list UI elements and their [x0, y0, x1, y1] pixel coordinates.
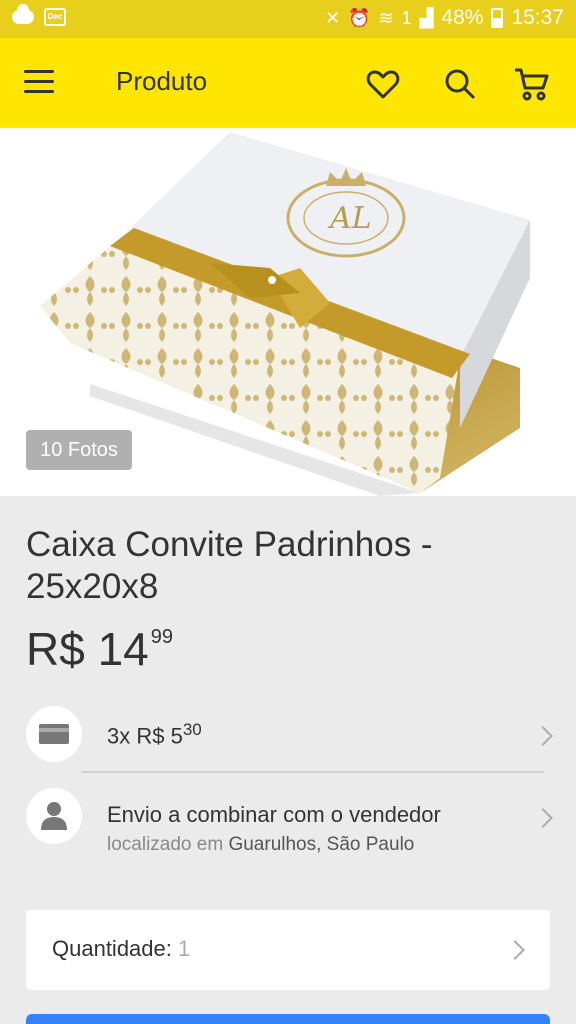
buy-button[interactable]	[26, 1014, 550, 1024]
heart-icon[interactable]	[363, 64, 403, 104]
shipping-location: localizado em Guarulhos, São Paulo	[107, 834, 414, 856]
location-prefix: localizado em	[107, 834, 224, 855]
quantity-value: 1	[178, 936, 191, 961]
cart-icon[interactable]	[512, 64, 552, 104]
product-price: R$ 14 99	[26, 622, 173, 676]
divider	[82, 771, 544, 773]
chevron-right-icon	[533, 726, 553, 746]
alarm-icon: ⏰	[348, 7, 371, 28]
product-title: Caixa Convite Padrinhos - 25x20x8	[26, 525, 433, 606]
installments-row[interactable]: 3x R$ 530	[0, 706, 576, 766]
status-bar: Dec ✕ ⏰ ≋ 1 ▟ 48% 15:37	[0, 0, 576, 38]
clock: 15:37	[511, 6, 564, 29]
app-bar: Produto	[0, 38, 576, 128]
location-city: Guarulhos, São Paulo	[228, 834, 415, 855]
product-image[interactable]: AL 10 Fotos	[0, 128, 576, 496]
search-icon[interactable]	[440, 64, 480, 104]
quantity-text: Quantidade: 1	[52, 936, 190, 962]
svg-text:AL: AL	[327, 201, 372, 236]
battery-icon	[491, 8, 504, 28]
installments-cents: 30	[182, 720, 202, 739]
credit-card-icon	[39, 724, 69, 744]
price-integer: 14	[97, 623, 149, 675]
price-cents: 99	[150, 626, 174, 648]
price-currency: R$	[26, 623, 85, 675]
installments-label: 3x R$ 5	[107, 723, 183, 749]
chevron-right-icon	[505, 940, 525, 960]
shipping-title: Envio a combinar com o vendedor	[107, 802, 441, 827]
sim-icon: 1	[401, 7, 412, 28]
person-icon-circle	[26, 788, 82, 844]
mute-icon: ✕	[324, 7, 341, 28]
person-icon	[41, 802, 67, 830]
battery-percent: 48%	[441, 6, 484, 29]
signal-icon: ▟	[419, 7, 434, 28]
quantity-selector[interactable]: Quantidade: 1	[26, 910, 550, 990]
photo-count-badge[interactable]: 10 Fotos	[26, 430, 132, 470]
menu-icon[interactable]	[24, 70, 54, 94]
installments-text: 3x R$ 530	[107, 720, 202, 749]
page-title: Produto	[116, 66, 208, 96]
cloud-icon	[12, 4, 34, 24]
notification-icon: Dec	[44, 8, 66, 26]
card-icon-circle	[26, 706, 82, 762]
chevron-right-icon	[533, 808, 553, 828]
wifi-icon: ≋	[378, 7, 394, 28]
shipping-row[interactable]: Envio a combinar com o vendedor localiza…	[0, 788, 576, 858]
quantity-label: Quantidade:	[52, 936, 172, 961]
